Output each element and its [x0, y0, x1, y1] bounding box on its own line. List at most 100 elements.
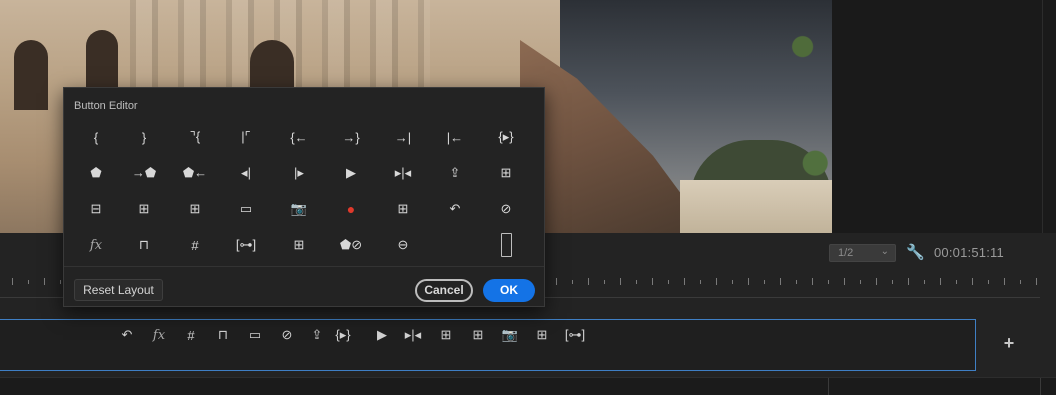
panel-divider — [1042, 0, 1043, 233]
monitor-button-bar: ↶ fx # ⊓ ▭ ⊘ ⇪ {▸} ▶ ▸|◂ ⊞ ⊞ 📷 ⊞ [⊶] — [0, 319, 976, 371]
resolution-select[interactable]: 1/2 ⌄ — [829, 244, 896, 262]
chevron-down-icon: ⌄ — [880, 246, 889, 257]
ruler-tick — [1036, 278, 1037, 285]
export-frame-icon[interactable]: 📷 — [498, 325, 522, 345]
ruler-tick — [764, 280, 765, 284]
ruler-tick — [796, 280, 797, 284]
multi-camera-icon[interactable]: ⊞ — [381, 196, 425, 222]
toggle-proxies-icon[interactable]: ⊞ — [277, 232, 321, 258]
export-to-timeline-icon[interactable]: ⇪ — [305, 325, 329, 345]
ok-button[interactable]: OK — [483, 279, 535, 302]
ruler-tick — [876, 278, 877, 285]
button-editor-add-button[interactable]: + — [999, 333, 1019, 353]
play-in-to-out-icon[interactable]: {▸} — [484, 124, 528, 150]
panel-separator — [828, 378, 829, 395]
export-frame-icon[interactable]: 📷 — [277, 196, 321, 222]
settings-wrench-icon[interactable]: 🔧 — [906, 243, 925, 261]
show-rulers-icon[interactable]: ⊓ — [211, 325, 235, 345]
ruler-tick — [556, 278, 557, 285]
ruler-tick — [604, 280, 605, 284]
mark-in-icon[interactable]: { — [74, 124, 118, 150]
ruler-tick — [12, 278, 13, 285]
play-stop-icon[interactable]: ▶ — [329, 160, 373, 186]
show-guides-icon[interactable]: # — [179, 325, 203, 345]
go-to-next-marker-icon[interactable]: →⬟ — [122, 160, 166, 186]
ruler-tick — [956, 280, 957, 284]
go-to-in-icon[interactable]: {← — [277, 124, 321, 150]
play-stop-icon[interactable]: ▶ — [370, 325, 394, 345]
video-tree — [790, 0, 832, 233]
ruler-tick — [892, 280, 893, 284]
go-to-next-edit-icon[interactable]: →| — [381, 124, 425, 150]
toggle-effects-icon[interactable]: fx — [74, 232, 118, 258]
safe-margins-icon[interactable]: ▭ — [243, 325, 267, 345]
play-in-to-out-icon[interactable]: {▸} — [331, 325, 355, 345]
ruler-tick — [684, 278, 685, 285]
ruler-tick — [988, 280, 989, 284]
go-to-previous-marker-icon[interactable]: ⬟← — [173, 160, 217, 186]
ruler-tick — [940, 278, 941, 285]
comparison-view-icon[interactable]: ⊘ — [275, 325, 299, 345]
ruler-tick — [636, 280, 637, 284]
go-to-out-icon[interactable]: →} — [329, 124, 373, 150]
ruler-tick — [972, 278, 973, 285]
vr-video-icon[interactable]: ⬟⊘ — [329, 232, 373, 258]
step-forward-icon[interactable]: |▸ — [277, 160, 321, 186]
overwrite-icon[interactable]: ⊞ — [466, 325, 490, 345]
overwrite-icon[interactable]: ⊞ — [173, 196, 217, 222]
add-marker-icon[interactable]: ⬟ — [74, 160, 118, 186]
ruler-tick — [620, 278, 621, 285]
ruler-tick — [1004, 278, 1005, 285]
video-arch — [250, 40, 294, 90]
show-rulers-icon[interactable]: ⊓ — [122, 232, 166, 258]
snap-in-program-monitor-icon[interactable]: [⊶] — [563, 325, 587, 345]
play-around-icon[interactable]: ▸|◂ — [401, 325, 425, 345]
ruler-tick — [572, 280, 573, 284]
record-icon[interactable]: ● — [329, 196, 373, 222]
clear-in-icon[interactable]: ⌝{ — [173, 124, 217, 150]
ruler-tick — [652, 278, 653, 285]
ruler-tick — [716, 278, 717, 285]
reset-layout-button[interactable]: Reset Layout — [74, 279, 163, 301]
loop-icon[interactable]: ↶ — [115, 325, 139, 345]
comparison-view-icon[interactable]: ⊘ — [484, 196, 528, 222]
ruler-tick — [908, 278, 909, 285]
go-to-previous-edit-icon[interactable]: |← — [433, 124, 477, 150]
play-around-icon[interactable]: ▸|◂ — [381, 160, 425, 186]
insert-icon[interactable]: ⊞ — [484, 160, 528, 186]
empty-slot — [433, 232, 477, 258]
ruler-tick — [1020, 280, 1021, 284]
step-back-icon[interactable]: ◂| — [224, 160, 268, 186]
video-arch — [86, 30, 118, 90]
ruler-tick — [844, 278, 845, 285]
ruler-tick — [748, 278, 749, 285]
video-arch — [14, 40, 48, 110]
ruler-tick — [924, 280, 925, 284]
button-editor-dialog: Button Editor {} ⌝{ |⌜ {← →} →| |← {▸} ⬟ →⬟ ⬟← ◂| |▸… — [63, 87, 545, 307]
spacer-box — [500, 233, 512, 257]
right-panel — [832, 0, 1056, 233]
ruler-tick — [60, 280, 61, 284]
ruler-tick — [860, 280, 861, 284]
loop-icon[interactable]: ↶ — [433, 196, 477, 222]
cancel-button[interactable]: Cancel — [415, 279, 473, 302]
mark-out-icon[interactable]: } — [122, 124, 166, 150]
ruler-tick — [828, 280, 829, 284]
export-to-timeline-icon[interactable]: ⇪ — [433, 160, 477, 186]
clear-out-icon[interactable]: |⌜ — [224, 124, 268, 150]
lift-icon[interactable]: ⊟ — [74, 196, 118, 222]
ruler-tick — [44, 278, 45, 285]
toggle-effects-icon[interactable]: fx — [147, 325, 171, 345]
extract-icon[interactable]: ⊞ — [122, 196, 166, 222]
spacer-icon[interactable] — [484, 232, 528, 258]
ruler-tick — [732, 280, 733, 284]
ruler-tick — [780, 278, 781, 285]
show-guides-icon[interactable]: # — [173, 232, 217, 258]
snap-in-program-monitor-icon[interactable]: [⊶] — [224, 232, 268, 258]
ruler-tick — [700, 280, 701, 284]
dialog-title: Button Editor — [74, 100, 138, 112]
insert-icon[interactable]: ⊞ — [434, 325, 458, 345]
global-fx-mute-icon[interactable]: ⊖ — [381, 232, 425, 258]
toggle-proxies-icon[interactable]: ⊞ — [530, 325, 554, 345]
safe-margins-icon[interactable]: ▭ — [224, 196, 268, 222]
